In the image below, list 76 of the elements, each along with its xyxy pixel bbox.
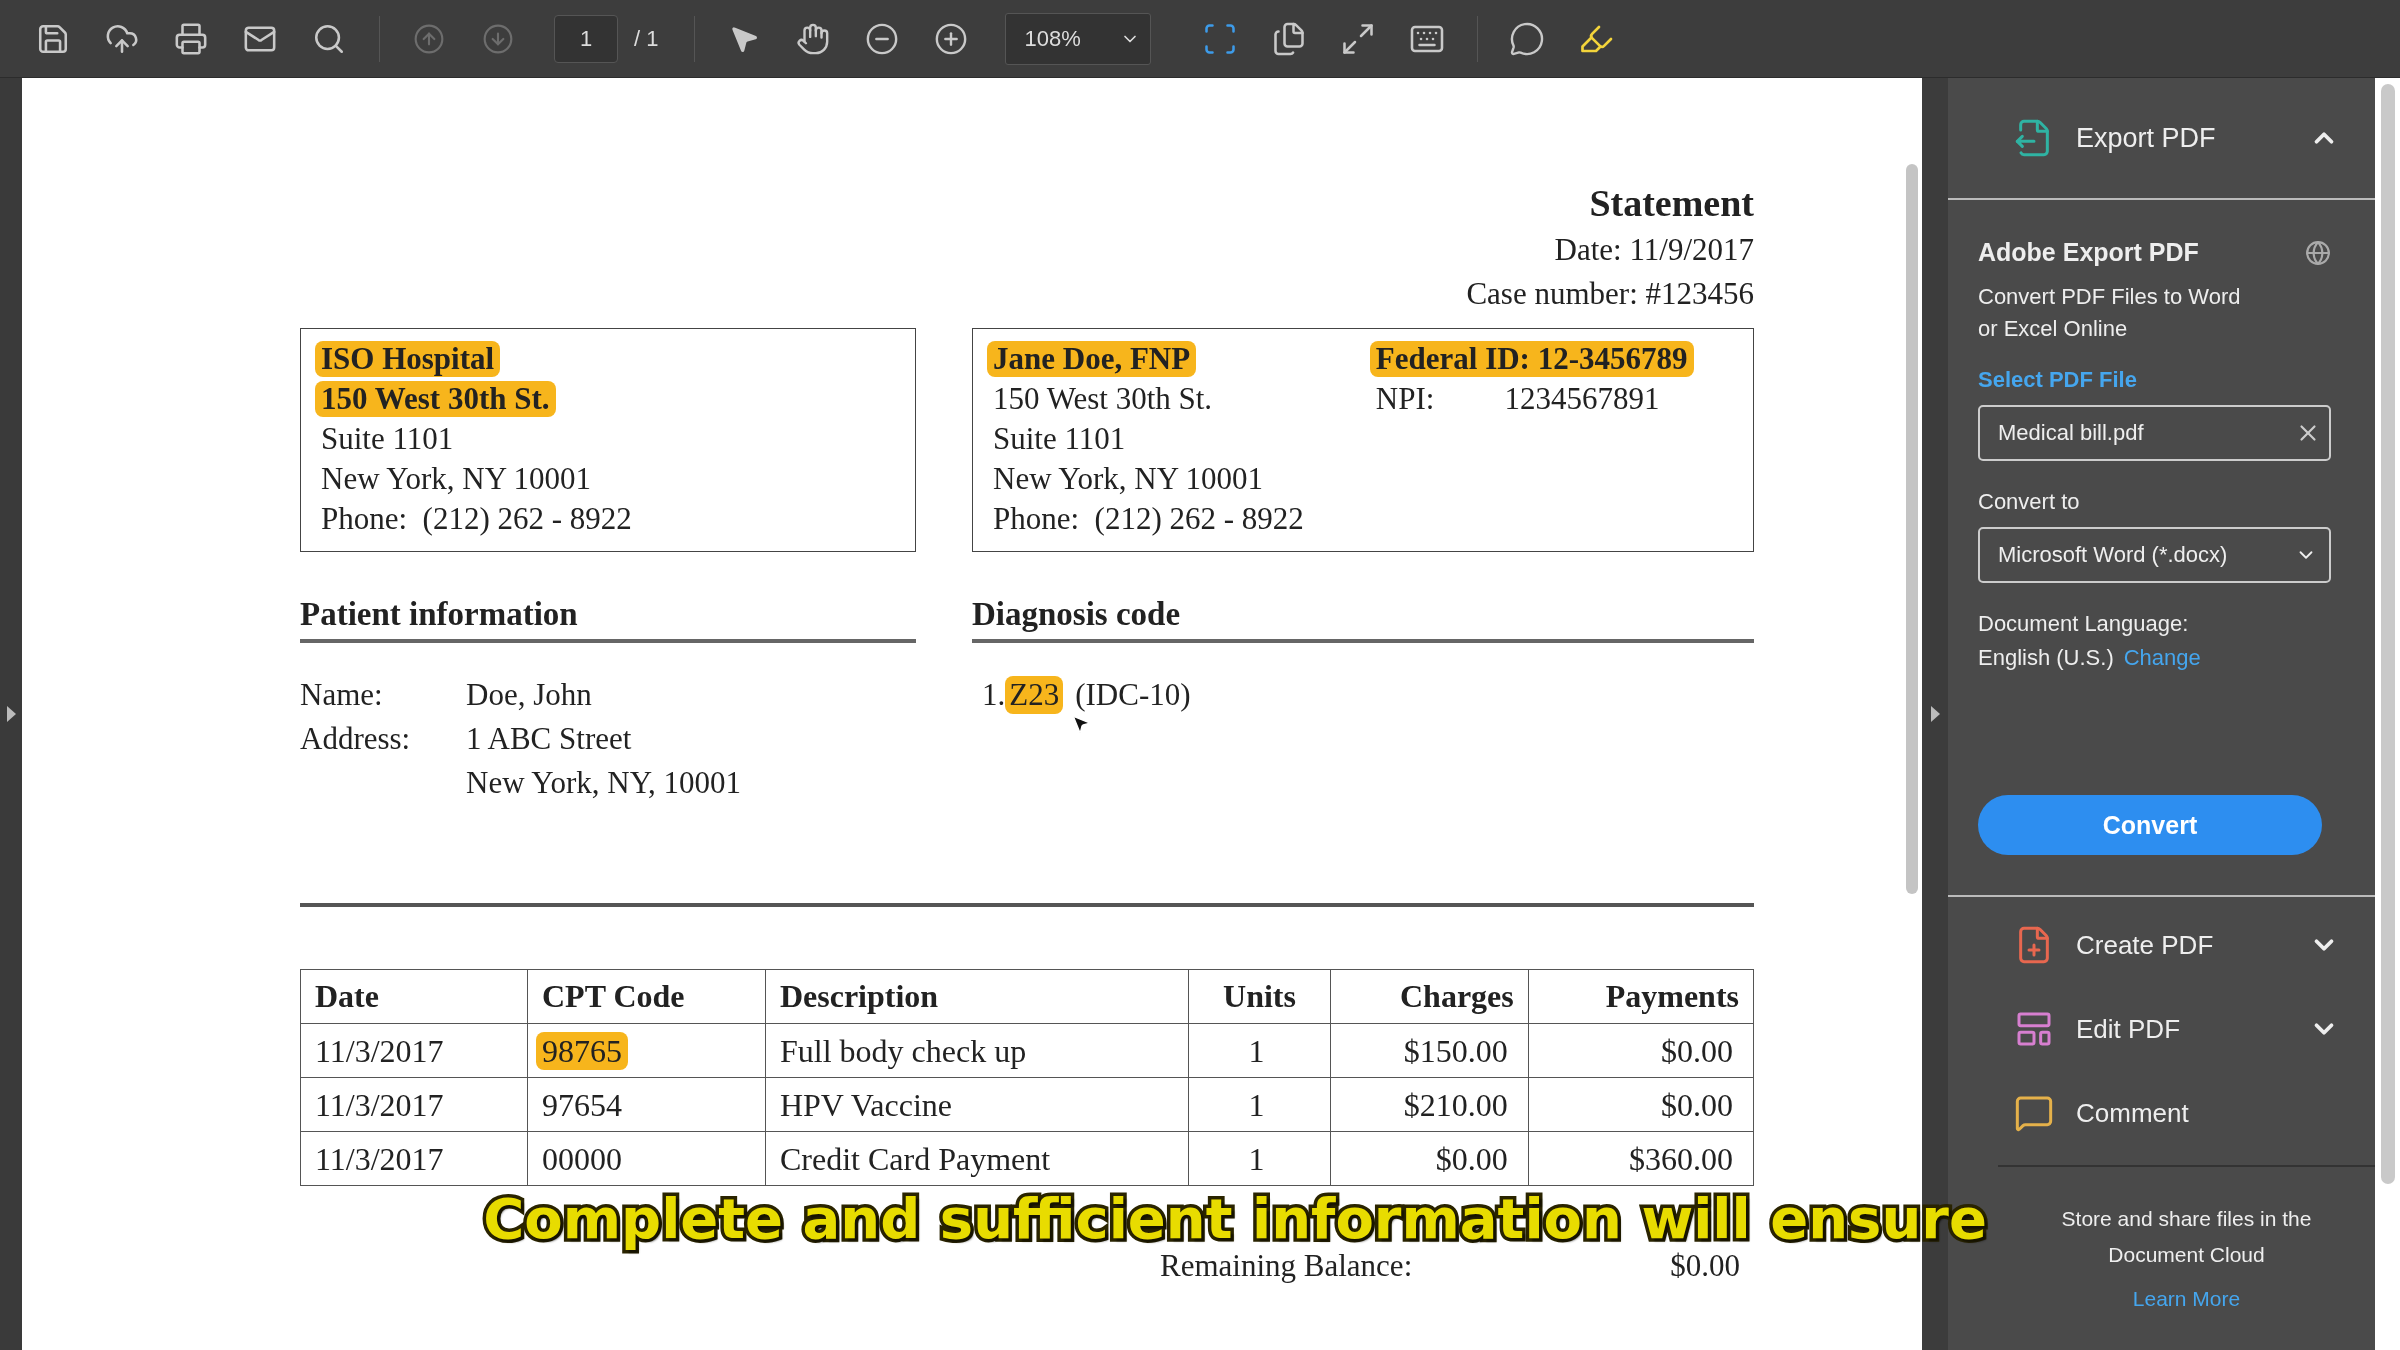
globe-icon	[2305, 239, 2331, 266]
code-system: (IDC-10)	[1075, 679, 1191, 711]
table-cell-text: 11/3/2017	[314, 1139, 445, 1178]
section-heading: Patient information	[300, 596, 916, 643]
tool-item[interactable]: Edit PDF	[1948, 987, 2375, 1071]
table-cell-text: 1	[1247, 1085, 1266, 1124]
address-line: New York, NY 10001	[992, 461, 1265, 497]
scrollbar-thumb[interactable]	[2380, 84, 2395, 1184]
address-line: Phone: (212) 262 - 8922	[992, 501, 1305, 537]
tool-item[interactable]: Comment	[1948, 1071, 2375, 1155]
table-cell-text: $150.00	[1402, 1031, 1509, 1070]
collapse-arrow-icon[interactable]	[1930, 706, 1940, 722]
table-cell: 98765	[535, 1031, 628, 1070]
previous-page-icon	[413, 22, 445, 55]
language-value: English (U.S.)	[1978, 645, 2114, 671]
statement-title: Statement	[1589, 181, 1754, 226]
format-select[interactable]: Microsoft Word (*.docx)	[1978, 527, 2331, 583]
print-icon	[174, 21, 208, 56]
field-label: Convert to	[1978, 489, 2081, 515]
column-header: Description	[765, 969, 1189, 1024]
table-cell-text: 1	[1247, 1031, 1266, 1070]
provider-id: Federal ID: 12-3456789	[1369, 341, 1694, 377]
column-header: Units	[1188, 969, 1331, 1024]
id-label: NPI:	[1375, 381, 1435, 417]
address-line: Phone: (212) 262 - 8922	[320, 501, 633, 537]
zoom-out-icon	[865, 21, 900, 56]
cloud-text: Document Cloud	[2108, 1242, 2265, 1268]
table-cell-text: $0.00	[1660, 1085, 1734, 1124]
cloud-text: Store and share files in the	[2061, 1206, 2312, 1232]
table-cell-text: $210.00	[1402, 1085, 1509, 1124]
address-line: New York, NY 10001	[320, 461, 593, 497]
field-label: Name:	[300, 676, 384, 714]
section-heading: Diagnosis code	[972, 596, 1754, 643]
table-cell-text: $0.00	[1434, 1139, 1509, 1178]
column-header: Date	[300, 969, 528, 1024]
table-cell-text: 11/3/2017	[314, 1085, 445, 1124]
table-cell-text: 11/3/2017	[314, 1031, 445, 1070]
table-cell-text: 1	[1247, 1139, 1266, 1178]
address-line: Suite 1101	[992, 421, 1127, 457]
address-line: 150 West 30th St.	[992, 381, 1214, 417]
diagnosis-code: Z23	[1005, 676, 1064, 714]
column-header: CPT Code	[527, 969, 766, 1024]
speech-bubble-icon	[1509, 20, 1546, 57]
field-label: Address:	[300, 720, 412, 758]
statement-date: Date: 11/9/2017	[1554, 231, 1754, 269]
service-title: Adobe Export PDF	[1978, 238, 2199, 267]
column-header: Payments	[1528, 969, 1754, 1024]
balance-value: $0.00	[1670, 1248, 1740, 1284]
field-label: Document Language:	[1978, 611, 2190, 637]
field-value: New York, NY, 10001	[466, 764, 742, 802]
description-line: Convert PDF Files to Word	[1978, 283, 2242, 311]
table-cell-text: $360.00	[1628, 1139, 1734, 1178]
table-cell-text: Credit Card Payment	[778, 1139, 1052, 1178]
diagnosis-number: 1.	[982, 676, 1006, 714]
field-value: Doe, John	[466, 676, 592, 714]
next-page-icon	[482, 22, 514, 55]
zoom-select[interactable]: 108%	[1005, 12, 1152, 65]
tool-item[interactable]: Create PDF	[1948, 903, 2375, 987]
scrollbar-thumb[interactable]	[1906, 164, 1918, 894]
description-line: or Excel Online	[1978, 315, 2129, 343]
hand-icon	[796, 21, 831, 56]
page-total: / 1	[634, 25, 659, 52]
balance-label: Remaining Balance:	[1160, 1248, 1413, 1284]
table-cell-text: 97654	[540, 1085, 623, 1124]
field-value: 1 ABC Street	[466, 720, 632, 758]
column-header: Charges	[1330, 969, 1529, 1024]
table-cell-text: HPV Vaccine	[778, 1085, 954, 1124]
address-line: Suite 1101	[320, 421, 455, 457]
zoom-in-icon	[934, 21, 969, 56]
file-field[interactable]: Medical bill.pdf	[1978, 405, 2331, 461]
page-number-field[interactable]: 1	[554, 14, 618, 63]
id-value: 1234567891	[1504, 381, 1660, 417]
table-cell-text: 00000	[540, 1139, 623, 1178]
table-cell-text: $0.00	[1660, 1031, 1734, 1070]
table-cell-text: Full body check up	[778, 1031, 1028, 1070]
case-number: Case number: #123456	[1466, 275, 1754, 313]
